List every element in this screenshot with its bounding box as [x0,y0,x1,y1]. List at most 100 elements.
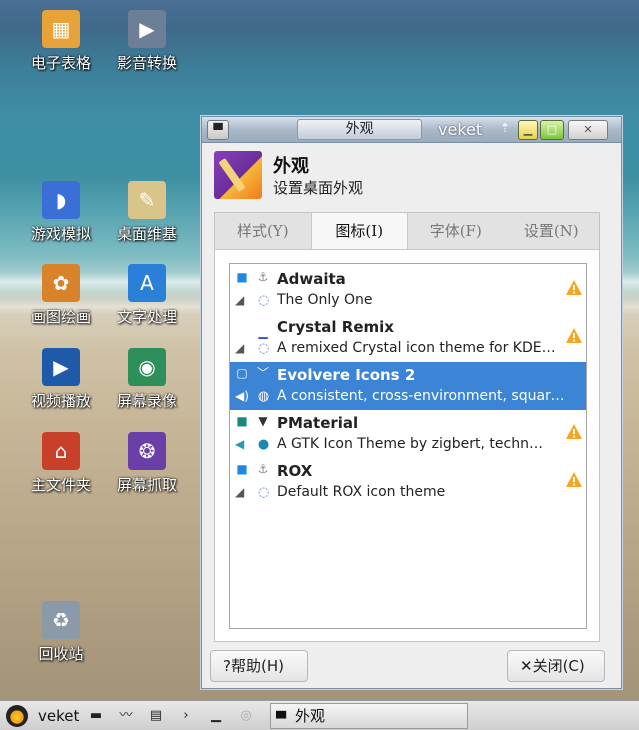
theme-description: A consistent, cross-environment, square… [277,388,569,404]
desktop-icon-label: 游戏模拟 [30,225,91,243]
warning-icon [566,424,582,439]
volume-icon: ◢ [235,341,245,355]
list-item[interactable]: ■ ⚓ ◢ ◌ Adwaita The Only One [230,266,586,314]
desktop-icon-screen-recorder[interactable]: ◉ 屏幕录像 [102,348,192,411]
screenshot-icon: ❂ [128,432,166,470]
folder-icon: ▢ [236,366,248,380]
lock-icon[interactable]: ◎ [238,708,254,724]
network-icon: ◌ [257,293,270,308]
header-title: 外观 [273,156,309,177]
taskbar-app-label[interactable]: veket [38,707,79,725]
list-item[interactable]: ■ ⚓ ◢ ◌ ROX Default ROX icon theme [230,458,586,506]
globe-icon: ● [257,437,270,452]
volume-icon: ◢ [235,485,245,499]
video-player-icon: ▶ [42,348,80,386]
folder-icon: ■ [236,462,248,476]
trash-icon: ♻ [42,601,80,639]
tab-icons[interactable]: 图标(I) [310,213,408,249]
anchor-icon: ⚓ [257,462,269,476]
desktop-icon-word-processor[interactable]: A 文字处理 [102,264,192,327]
list-item[interactable]: ▁ ◢ ◌ Crystal Remix A remixed Crystal ic… [230,314,586,362]
anchor-icon: ⚓ [257,270,269,284]
run-icon[interactable]: › [178,708,194,724]
home-folder-icon: ⌂ [42,432,80,470]
desktop-icon-label: 屏幕抓取 [116,476,177,494]
minimize-button[interactable]: ▁ [518,120,538,140]
theme-description: Default ROX icon theme [277,484,446,500]
tab-bar: 样式(Y) 图标(I) 字体(F) 设置(N) [215,213,599,250]
network-icon: ◌ [257,341,270,356]
window-close-button[interactable]: ✕ [568,120,608,140]
close-icon: ✕ [520,657,533,675]
theme-description: The Only One [277,292,373,308]
volume-icon: ◀ [235,437,245,451]
close-button[interactable]: ✕关闭(C) [507,650,605,682]
theme-name: PMaterial [277,414,359,432]
help-icon: ? [223,657,231,675]
window-app-name: veket [438,120,483,139]
desktop-icon-wiki[interactable]: ✎ 桌面维基 [102,181,192,244]
close-button-label: 关闭(C) [532,657,585,675]
header-subtitle: 设置桌面外观 [273,179,364,197]
word-processor-icon: A [128,264,166,302]
video-convert-icon: ▶ [128,10,166,48]
tab-style[interactable]: 样式(Y) [215,213,311,249]
video-icon[interactable]: ▤ [148,708,164,724]
list-item[interactable]: ■ ▼ ◀ ● PMaterial A GTK Icon Theme by zi… [230,410,586,458]
theme-description: A GTK Icon Theme by zigbert, techn… [277,436,543,452]
window-icon: ▀ [276,712,286,727]
desktop-icon-label: 电子表格 [30,54,91,72]
appearance-window: ▀ 外观 veket ⇡ ▁ □ ✕ 外观 设置桌面外观 样式(Y) 图标(I)… [201,116,622,689]
warning-icon [566,472,582,487]
desktop-icon-label: 画图绘画 [30,308,91,326]
dolphin-emulator-icon: ◗ [42,181,80,219]
paint-icon: ✿ [42,264,80,302]
desktop-icon-screenshot[interactable]: ❂ 屏幕抓取 [102,432,192,495]
desktop-icon-label: 视频播放 [30,392,91,410]
blank-icon: ▁ [258,325,268,339]
desktop-icon-video-player[interactable]: ▶ 视频播放 [16,348,106,411]
help-button-label: 帮助(H) [230,657,284,675]
warning-icon [566,280,582,295]
desktop-icon-spreadsheet[interactable]: ▦ 电子表格 [16,10,106,73]
desktop-icon-game-emulator[interactable]: ◗ 游戏模拟 [16,181,106,244]
theme-name: Adwaita [277,270,346,288]
warning-icon [566,328,582,343]
pin-icon[interactable]: ⇡ [500,121,510,135]
system-monitor-icon[interactable]: 〰 [118,708,134,724]
screen-recorder-icon: ◉ [128,348,166,386]
file-manager-icon[interactable]: ▬ [88,708,104,724]
theme-name: ROX [277,462,313,480]
desktop-icon-trash[interactable]: ♻ 回收站 [16,601,106,664]
taskbar-window-title: 外观 [295,707,326,725]
icon-theme-list[interactable]: ■ ⚓ ◢ ◌ Adwaita The Only One ▁ ◢ ◌ Cryst… [229,263,587,629]
maximize-button[interactable]: □ [540,120,564,140]
desktop-icon-label: 屏幕录像 [116,392,177,410]
terminal-icon[interactable]: ▁ [208,708,224,724]
window-titlebar[interactable]: ▀ 外观 veket ⇡ ▁ □ ✕ [202,117,621,143]
notepad-icon: ✎ [128,181,166,219]
window-title: 外观 [297,119,422,140]
desktop-icon-label: 影音转换 [116,54,177,72]
folder-icon: ■ [236,414,248,428]
theme-name: Crystal Remix [277,318,394,336]
desktop-icon-video-convert[interactable]: ▶ 影音转换 [102,10,192,73]
window-header: 外观 设置桌面外观 [212,149,612,199]
taskbar-window-button[interactable]: ▀ 外观 [270,703,468,729]
tab-fonts[interactable]: 字体(F) [408,213,504,249]
desktop-icon-label: 主文件夹 [30,476,91,494]
chevron-down-icon: ﹀ [256,366,269,380]
settings-panel: 样式(Y) 图标(I) 字体(F) 设置(N) ■ ⚓ ◢ ◌ Adwaita … [214,212,600,642]
theme-description: A remixed Crystal icon theme for KDE… [277,340,556,356]
triangle-down-icon: ▼ [258,414,268,428]
veket-logo-icon[interactable] [6,705,28,727]
desktop-icon-home-folder[interactable]: ⌂ 主文件夹 [16,432,106,495]
paint-roller-icon [214,151,262,199]
desktop-icon-label: 桌面维基 [116,225,177,243]
desktop-icon-paint[interactable]: ✿ 画图绘画 [16,264,106,327]
tab-settings[interactable]: 设置(N) [504,213,600,249]
theme-name: Evolvere Icons 2 [277,366,416,384]
list-item-selected[interactable]: ▢ ﹀ ◀) ◍ Evolvere Icons 2 A consistent, … [230,362,586,410]
help-button[interactable]: ?帮助(H) [210,650,308,682]
window-menu-button[interactable]: ▀ [207,120,229,140]
